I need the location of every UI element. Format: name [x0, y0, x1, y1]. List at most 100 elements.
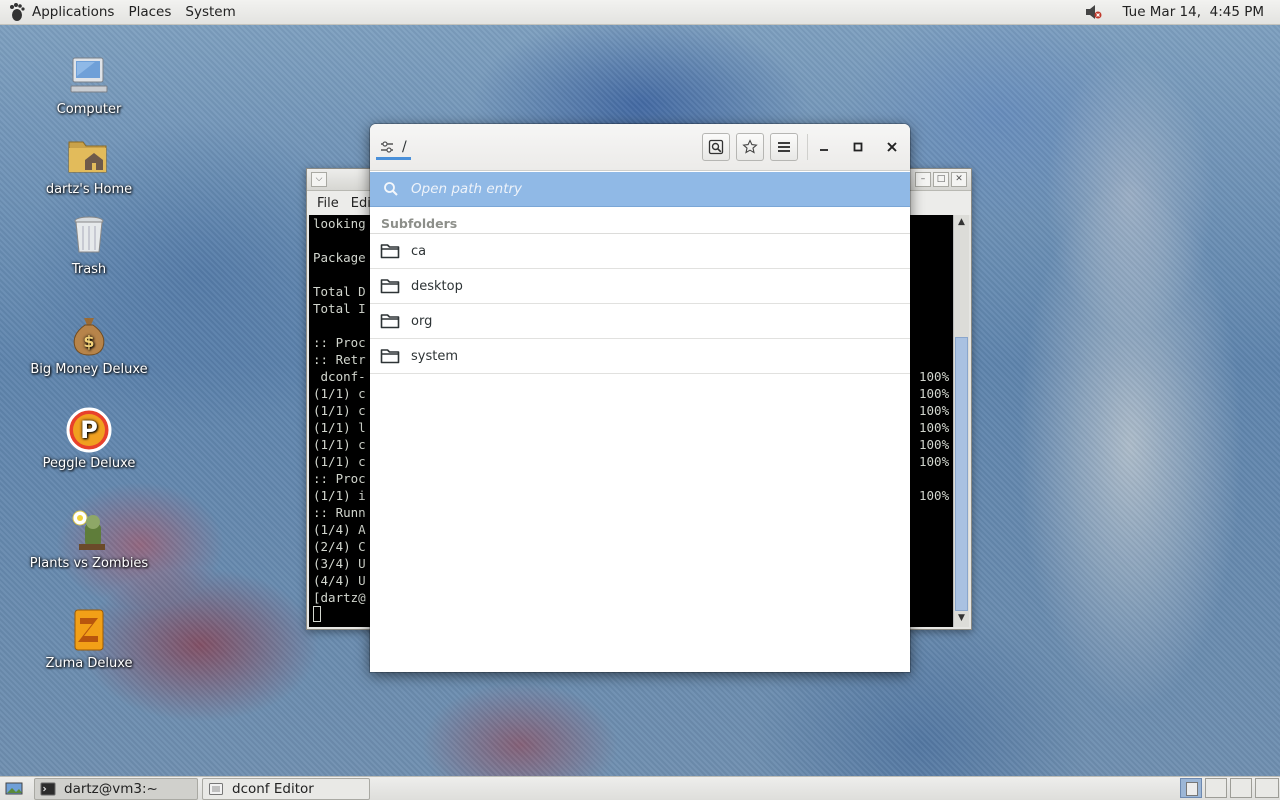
folder-icon: [380, 349, 400, 364]
terminal-line-text: (1/1) c: [313, 454, 366, 469]
maximize-icon: [853, 142, 863, 152]
desktop-icon-computer[interactable]: Computer: [19, 52, 159, 117]
menu-applications[interactable]: Applications: [32, 4, 114, 20]
folder-name: org: [411, 313, 433, 329]
progress-percent: 100%: [919, 488, 950, 503]
desktop-icon-label: Plants vs Zombies: [29, 556, 149, 571]
terminal-line-text: looking: [313, 216, 366, 231]
volume-muted-icon[interactable]: [1084, 3, 1102, 21]
desktop-icon-label: Trash: [71, 262, 107, 277]
desktop-icon-plants-vs-zombies[interactable]: Plants vs Zombies: [19, 506, 159, 571]
desktop-icon-label: Zuma Deluxe: [45, 656, 133, 671]
progress-percent: 100%: [919, 386, 950, 401]
workspace-1[interactable]: [1180, 778, 1202, 798]
folder-row-org[interactable]: org: [370, 304, 910, 339]
terminal-line-text: :: Retr: [313, 352, 366, 367]
computer-icon: [70, 57, 108, 93]
terminal-line-text: Total D: [313, 284, 366, 299]
taskbar-button-dconf-editor[interactable]: dconf Editor: [202, 777, 370, 800]
taskbar-label: dconf Editor: [232, 780, 314, 797]
app-menu-button[interactable]: [770, 133, 798, 161]
menu-places[interactable]: Places: [128, 4, 171, 20]
plants-vs-zombies-icon: [72, 510, 105, 550]
menu-file[interactable]: File: [317, 196, 339, 211]
terminal-icon: [40, 782, 56, 795]
dconf-editor-window[interactable]: / Open path entry Subfolders ca desktop …: [370, 124, 910, 672]
workspace-2[interactable]: [1205, 778, 1227, 798]
maximize-button[interactable]: [846, 135, 870, 159]
folder-icon: [380, 279, 400, 294]
show-desktop-icon: [5, 782, 23, 794]
terminal-line-text: :: Runn: [313, 505, 366, 520]
terminal-line-text: (2/4) C: [313, 539, 366, 554]
clock[interactable]: Tue Mar 14, 4:45 PM: [1122, 4, 1264, 20]
workspace-4[interactable]: [1255, 778, 1279, 798]
trash-icon: [74, 216, 104, 253]
terminal-line-text: Package: [313, 250, 366, 265]
bookmarks-button[interactable]: [736, 133, 764, 161]
workspace-3[interactable]: [1230, 778, 1252, 798]
progress-percent: 100%: [919, 369, 950, 384]
path-bar-root[interactable]: /: [376, 136, 411, 160]
top-panel: Applications Places System Tue Mar 14, 4…: [0, 0, 1280, 25]
progress-percent: 100%: [919, 420, 950, 435]
svg-text:P: P: [80, 416, 98, 444]
zuma-icon: [74, 609, 104, 651]
folder-row-system[interactable]: system: [370, 339, 910, 374]
close-button[interactable]: [880, 135, 904, 159]
folder-name: ca: [411, 243, 427, 259]
path-search-bar[interactable]: [370, 172, 910, 207]
terminal-line-text: (1/1) i: [313, 488, 366, 503]
peggle-icon: P: [66, 407, 112, 453]
path-entry-input[interactable]: [411, 181, 881, 197]
terminal-line-text: Total I: [313, 301, 366, 316]
window-menu-button[interactable]: ⌵: [311, 172, 327, 187]
minimize-icon: [820, 149, 828, 151]
hamburger-menu-icon: [778, 142, 790, 152]
folder-row-desktop[interactable]: desktop: [370, 269, 910, 304]
folder-name: system: [411, 348, 458, 364]
terminal-line-text: (3/4) U: [313, 556, 366, 571]
search-icon: [384, 182, 398, 196]
menu-system[interactable]: System: [185, 4, 235, 20]
taskbar-label: dartz@vm3:~: [64, 780, 158, 797]
terminal-scrollbar[interactable]: ▲ ▼: [953, 215, 969, 627]
headerbar-separator: [807, 134, 808, 160]
desktop-icon-zuma[interactable]: Zuma Deluxe: [19, 606, 159, 671]
maximize-button[interactable]: □: [933, 172, 949, 187]
search-toggle-button[interactable]: [702, 133, 730, 161]
folder-name: desktop: [411, 278, 463, 294]
progress-percent: 100%: [919, 454, 950, 469]
desktop-icon-label: Peggle Deluxe: [42, 456, 136, 471]
dconf-settings-icon: [381, 140, 393, 153]
home-folder-icon: [68, 141, 107, 173]
text-cursor: [313, 606, 321, 622]
desktop-icon-trash[interactable]: Trash: [19, 212, 159, 277]
svg-text:$: $: [83, 332, 94, 351]
terminal-line-text: [dartz@: [313, 590, 366, 605]
close-icon: [887, 142, 897, 152]
bottom-panel: dartz@vm3:~ dconf Editor: [0, 776, 1280, 800]
scrollbar-thumb[interactable]: [955, 337, 968, 611]
taskbar-button-terminal[interactable]: dartz@vm3:~: [34, 777, 198, 800]
desktop-icon-peggle[interactable]: P Peggle Deluxe: [19, 406, 159, 471]
terminal-line-text: (1/1) c: [313, 403, 366, 418]
desktop-icon-home[interactable]: dartz's Home: [19, 132, 159, 197]
scroll-up-arrow[interactable]: ▲: [954, 217, 969, 231]
menu-edit[interactable]: Edi: [351, 196, 371, 211]
scroll-down-arrow[interactable]: ▼: [954, 613, 969, 627]
dconf-icon: [209, 782, 223, 795]
terminal-line-text: :: Proc: [313, 471, 366, 486]
section-header-subfolders: Subfolders: [370, 208, 910, 234]
minimize-button[interactable]: –: [915, 172, 931, 187]
terminal-line-text: (1/1) c: [313, 386, 366, 401]
close-button[interactable]: ✕: [951, 172, 967, 187]
minimize-button[interactable]: [812, 135, 836, 159]
folder-row-ca[interactable]: ca: [370, 234, 910, 269]
desktop-icon-big-money[interactable]: $ Big Money Deluxe: [19, 312, 159, 377]
gnome-foot-icon[interactable]: [6, 2, 26, 22]
show-desktop-button[interactable]: [2, 778, 26, 800]
terminal-line-text: :: Proc: [313, 335, 366, 350]
folder-icon: [380, 244, 400, 259]
dconf-headerbar[interactable]: /: [370, 124, 910, 171]
